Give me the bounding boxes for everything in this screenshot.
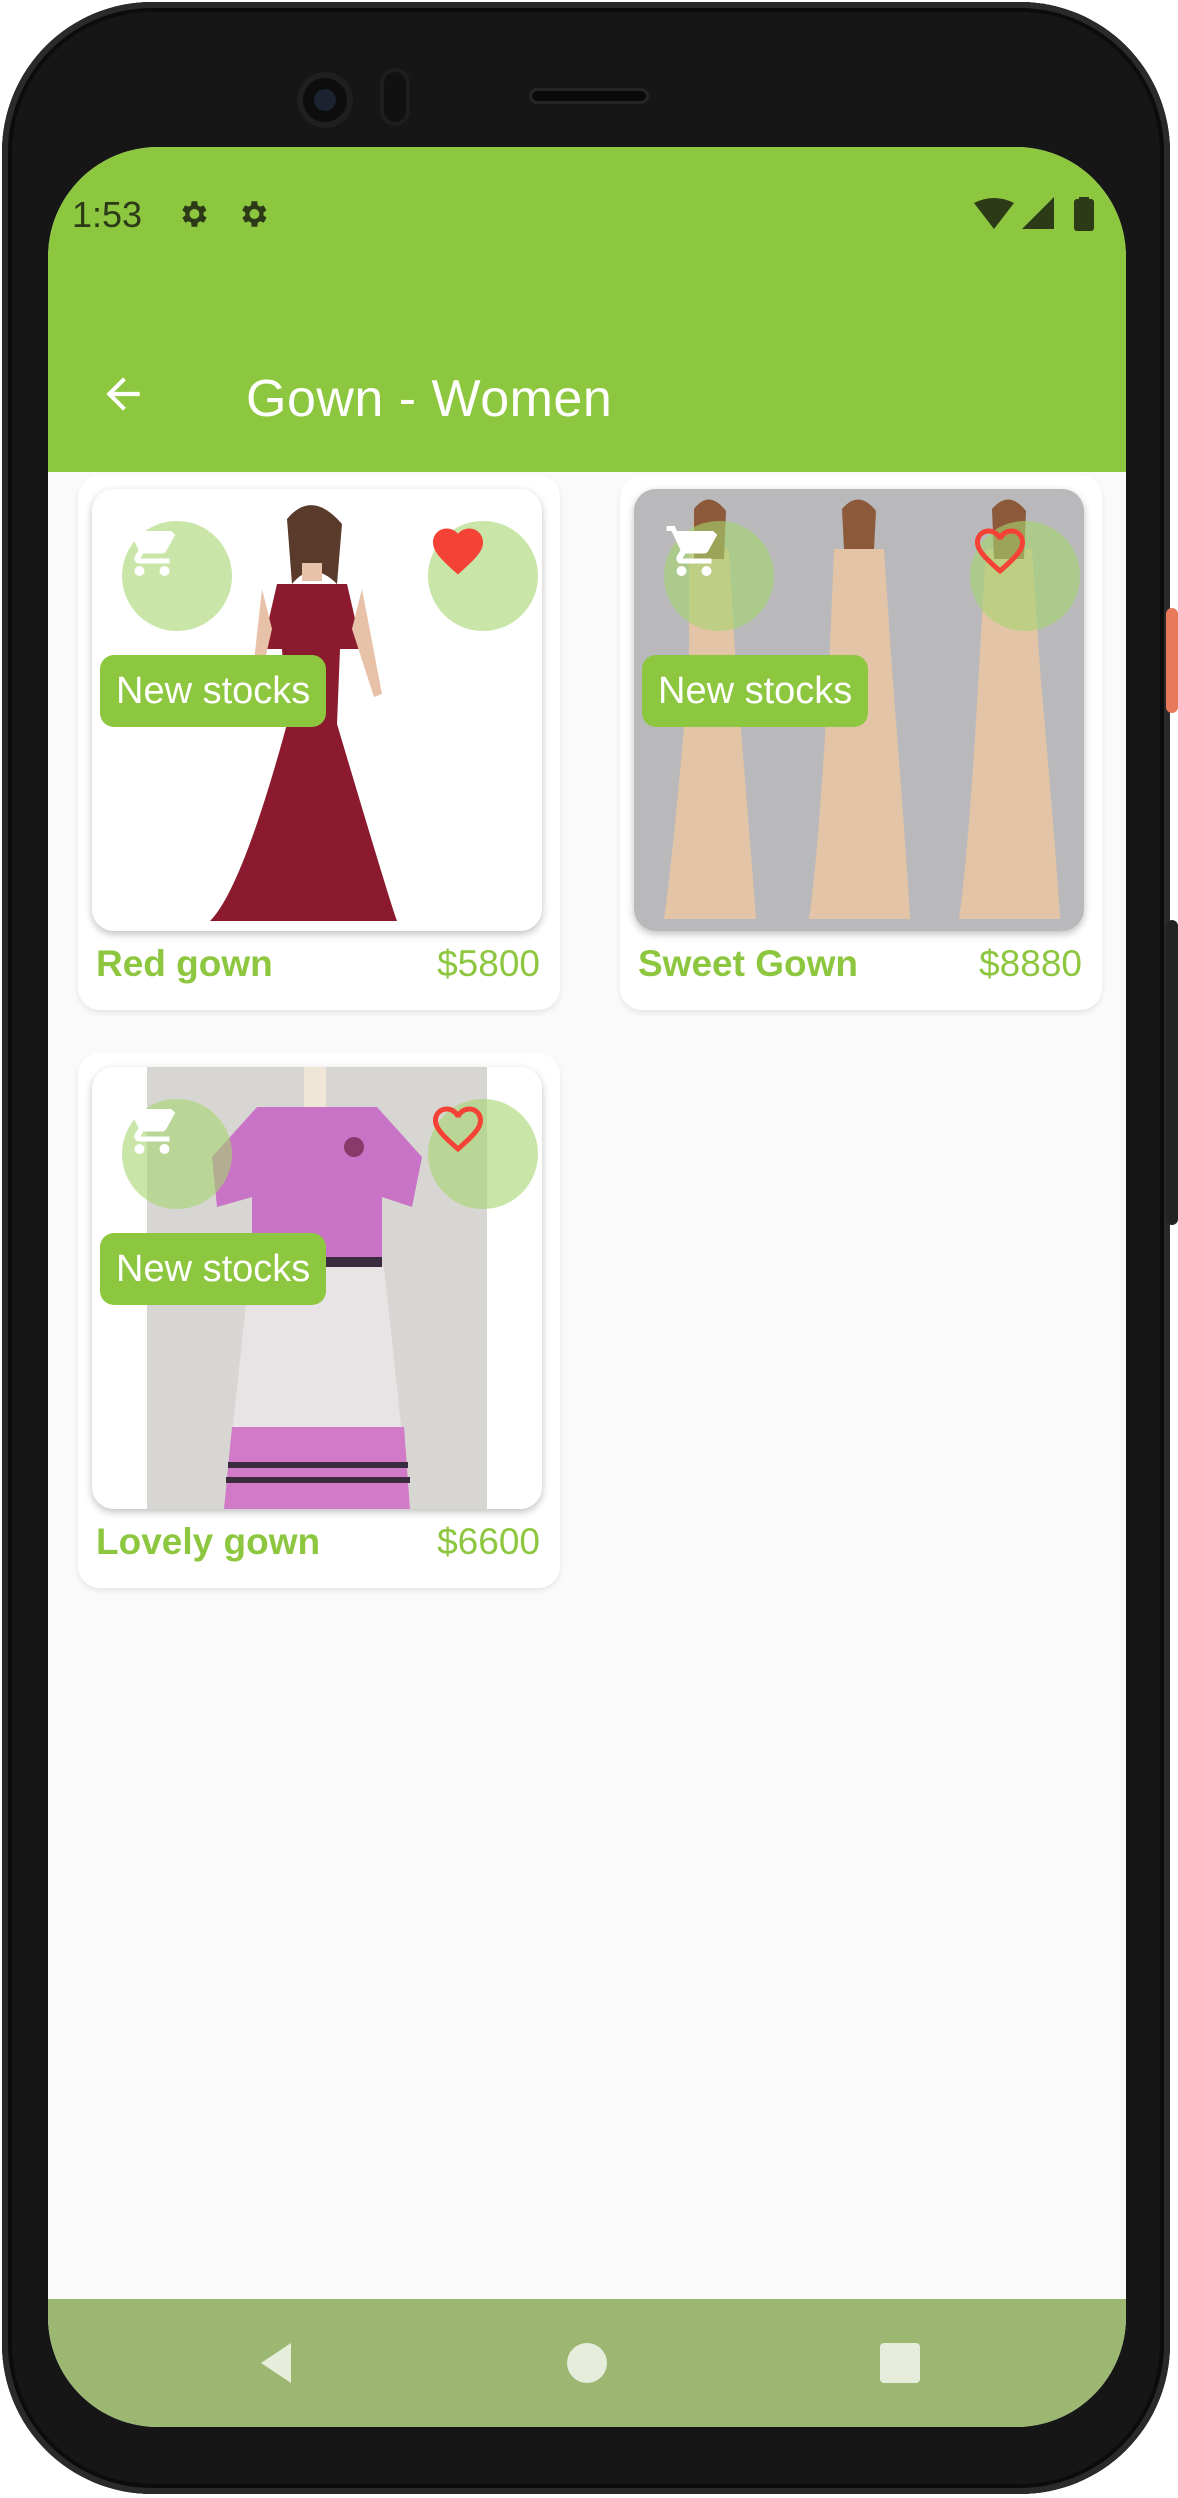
cart-icon (124, 1104, 176, 1154)
heart-outline-icon (433, 1106, 483, 1153)
favorite-button[interactable] (428, 1099, 538, 1209)
status-time: 1:53 (72, 194, 143, 235)
gear-icon (182, 201, 207, 227)
gear-icon (242, 201, 267, 227)
screen: 1:53 Gown - Women New stocks Red gown $5… (48, 147, 1126, 2427)
phone-frame: 1:53 Gown - Women New stocks Red gown $5… (2, 2, 1170, 2494)
product-price: $8880 (979, 943, 1082, 984)
heart-outline-icon (975, 528, 1025, 575)
favorite-button[interactable] (970, 521, 1080, 631)
add-to-cart-button[interactable] (664, 521, 774, 631)
product-image[interactable]: New stocks (634, 489, 1084, 931)
recents-square-icon[interactable] (876, 2339, 924, 2387)
proximity-sensor (380, 68, 410, 126)
status-icons (974, 197, 1104, 233)
product-name: Sweet Gown (638, 943, 858, 984)
power-button (1166, 608, 1178, 713)
product-price: $6600 (437, 1521, 540, 1562)
battery-icon (1074, 199, 1094, 231)
product-image[interactable]: New stocks (92, 1067, 542, 1509)
product-card[interactable]: New stocks Red gown $5800 (78, 475, 560, 1010)
product-image[interactable]: New stocks (92, 489, 542, 931)
volume-button (1166, 920, 1178, 1225)
app-bar: 1:53 Gown - Women (48, 147, 1126, 472)
page-title: Gown - Women (246, 370, 613, 428)
product-name: Lovely gown (96, 1521, 321, 1562)
new-stock-badge: New stocks (642, 655, 869, 727)
cart-icon (666, 526, 718, 576)
signal-icon (1022, 197, 1054, 229)
earpiece-speaker (529, 88, 649, 104)
front-camera (297, 72, 353, 128)
new-stock-badge: New stocks (100, 655, 327, 727)
system-nav-bar (48, 2299, 1126, 2427)
product-name: Red gown (96, 943, 273, 984)
product-card[interactable]: New stocks Sweet Gown $8880 (620, 475, 1102, 1010)
product-card[interactable]: New stocks Lovely gown $6600 (78, 1053, 560, 1588)
add-to-cart-button[interactable] (122, 1099, 232, 1209)
favorite-button[interactable] (428, 521, 538, 631)
wifi-icon (974, 198, 1014, 229)
arrow-left-icon[interactable] (98, 369, 148, 419)
heart-filled-icon (433, 528, 483, 575)
cart-icon (124, 526, 176, 576)
back-triangle-icon[interactable] (253, 2339, 301, 2387)
add-to-cart-button[interactable] (122, 521, 232, 631)
new-stock-badge: New stocks (100, 1233, 327, 1305)
home-circle-icon[interactable] (563, 2339, 611, 2387)
product-price: $5800 (437, 943, 540, 984)
